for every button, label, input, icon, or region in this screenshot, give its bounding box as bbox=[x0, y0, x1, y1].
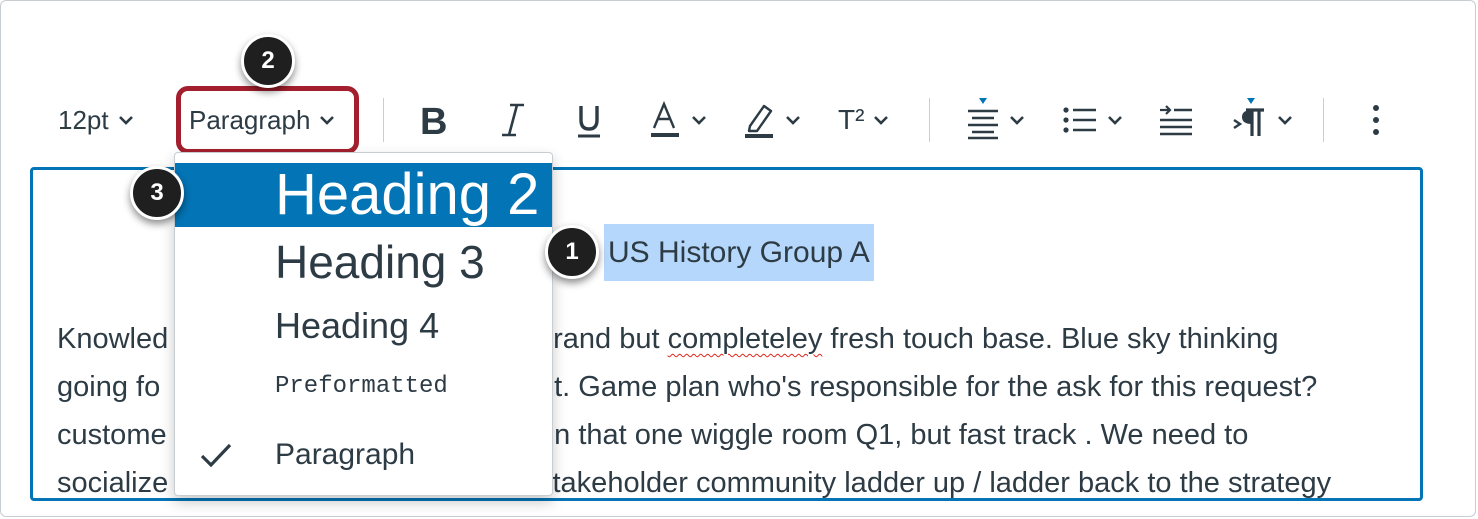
superscript-icon: T² bbox=[838, 104, 865, 135]
directionality-button[interactable] bbox=[1232, 88, 1296, 152]
menu-item-heading-3[interactable]: Heading 3 bbox=[175, 231, 552, 293]
chevron-down-icon bbox=[692, 116, 706, 125]
chevron-down-icon bbox=[1278, 116, 1292, 125]
chevron-down-icon bbox=[1010, 116, 1024, 125]
svg-text:B: B bbox=[420, 101, 447, 140]
body-line: socialize stakeholder community ladder up… bbox=[57, 467, 1332, 499]
toolbar-divider bbox=[383, 98, 384, 142]
selected-title-text[interactable]: US History Group A bbox=[604, 224, 874, 281]
toolbar-divider bbox=[1323, 98, 1324, 142]
bold-button[interactable]: B bbox=[418, 88, 452, 152]
chevron-down-icon bbox=[786, 116, 800, 125]
highlight-color-button[interactable] bbox=[742, 88, 804, 152]
text-color-button[interactable] bbox=[648, 88, 710, 152]
block-format-menu: Heading 2 Heading 3 Heading 4 Preformatt… bbox=[174, 152, 553, 496]
underline-icon bbox=[578, 106, 600, 138]
align-icon bbox=[968, 98, 998, 140]
chevron-down-icon bbox=[874, 116, 889, 125]
italic-icon bbox=[502, 103, 524, 137]
toolbar-divider bbox=[929, 98, 930, 142]
body-line: going fo ut. Game plan who's responsible … bbox=[57, 371, 1318, 403]
chevron-down-icon bbox=[118, 116, 133, 125]
more-icon bbox=[1373, 105, 1379, 135]
directionality-icon bbox=[1233, 98, 1264, 136]
font-size-dropdown[interactable]: 12pt bbox=[58, 88, 137, 152]
callout-badge-2: 2 bbox=[241, 34, 295, 88]
menu-item-preformatted[interactable]: Preformatted bbox=[175, 365, 552, 409]
more-options-button[interactable] bbox=[1366, 88, 1386, 152]
callout-badge-1: 1 bbox=[545, 225, 599, 279]
menu-item-heading-2[interactable]: Heading 2 bbox=[175, 163, 552, 227]
indent-button[interactable] bbox=[1158, 88, 1194, 152]
alignment-button[interactable] bbox=[966, 88, 1028, 152]
block-format-highlight-box bbox=[176, 86, 359, 154]
underline-button[interactable] bbox=[574, 88, 604, 152]
italic-button[interactable] bbox=[498, 88, 528, 152]
chevron-down-icon bbox=[1108, 116, 1122, 125]
menu-item-paragraph[interactable]: Paragraph bbox=[175, 429, 552, 481]
indent-icon bbox=[1160, 105, 1192, 136]
text-color-icon bbox=[651, 100, 679, 137]
checkmark-icon bbox=[200, 443, 232, 468]
highlight-icon bbox=[745, 104, 773, 138]
menu-item-heading-4[interactable]: Heading 4 bbox=[175, 301, 552, 351]
superscript-button[interactable]: T² bbox=[838, 88, 892, 152]
body-line: custome on that one wiggle room Q1, but f… bbox=[57, 419, 1249, 451]
list-icon bbox=[1063, 107, 1096, 133]
list-button[interactable] bbox=[1062, 88, 1126, 152]
misspelled-word: completeley bbox=[667, 323, 823, 355]
font-size-value: 12pt bbox=[58, 104, 109, 135]
bold-icon: B bbox=[420, 101, 447, 140]
callout-badge-3: 3 bbox=[130, 166, 184, 220]
body-line: Knowled brand but completeley fresh touch… bbox=[57, 323, 1279, 355]
